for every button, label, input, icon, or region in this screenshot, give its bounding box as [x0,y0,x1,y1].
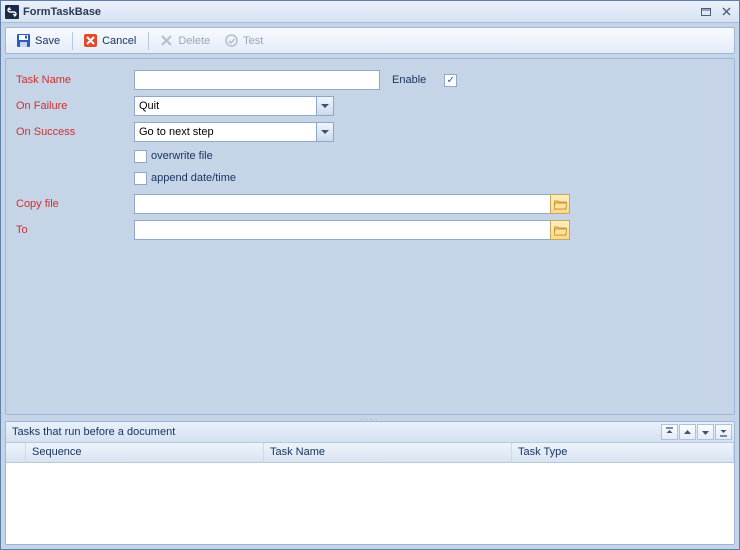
col-sequence[interactable]: Sequence [26,443,264,462]
label-task-name: Task Name [12,74,134,86]
cancel-icon [83,33,98,48]
grid-title: Tasks that run before a document [12,426,660,438]
copy-file-field [134,194,570,214]
grid-header-row: Sequence Task Name Task Type [6,443,734,463]
toolbar-separator [148,32,149,50]
folder-icon [554,199,567,210]
move-up-button[interactable] [679,424,696,440]
to-input[interactable] [134,220,550,240]
window: FormTaskBase Save Cancel Delete [0,0,740,550]
label-on-success: On Success [12,126,134,138]
delete-icon [159,33,174,48]
tasks-grid-panel: Tasks that run before a document Sequenc… [5,421,735,545]
test-label: Test [243,35,263,47]
cancel-label: Cancel [102,35,136,47]
label-copy-file: Copy file [12,198,134,210]
on-failure-select[interactable] [134,96,334,116]
save-button[interactable]: Save [10,31,66,50]
move-top-button[interactable] [661,424,678,440]
toolbar: Save Cancel Delete Test [5,27,735,54]
browse-copy-file-button[interactable] [550,194,570,214]
col-task-type[interactable]: Task Type [512,443,734,462]
test-button: Test [218,31,269,50]
grid-titlebar: Tasks that run before a document [6,422,734,443]
browse-to-button[interactable] [550,220,570,240]
to-field [134,220,570,240]
label-append-datetime: append date/time [151,172,236,184]
maximize-button[interactable] [697,5,715,19]
task-name-input[interactable] [134,70,380,90]
overwrite-file-checkbox[interactable] [134,150,147,163]
grid-body[interactable] [6,463,734,544]
form-panel: Task Name Enable ✓ On Failure On Success [5,58,735,415]
window-title: FormTaskBase [23,6,695,18]
col-task-name[interactable]: Task Name [264,443,512,462]
toolbar-separator [72,32,73,50]
delete-button: Delete [153,31,216,50]
chevron-down-icon[interactable] [316,123,333,141]
label-enable: Enable [392,74,426,86]
append-datetime-checkbox[interactable] [134,172,147,185]
move-down-button[interactable] [697,424,714,440]
body: Task Name Enable ✓ On Failure On Success [5,58,735,421]
save-label: Save [35,35,60,47]
copy-file-input[interactable] [134,194,550,214]
move-bottom-button[interactable] [715,424,732,440]
on-failure-value[interactable] [135,97,316,115]
titlebar: FormTaskBase [1,1,739,23]
label-overwrite-file: overwrite file [151,150,213,162]
label-on-failure: On Failure [12,100,134,112]
enable-checkbox[interactable]: ✓ [444,74,457,87]
close-button[interactable] [717,5,735,19]
cancel-button[interactable]: Cancel [77,31,142,50]
delete-label: Delete [178,35,210,47]
on-success-select[interactable] [134,122,334,142]
on-success-value[interactable] [135,123,316,141]
grid-row-header [6,443,26,462]
test-icon [224,33,239,48]
app-icon [5,5,19,19]
folder-icon [554,225,567,236]
label-to: To [12,224,134,236]
chevron-down-icon[interactable] [316,97,333,115]
save-icon [16,33,31,48]
